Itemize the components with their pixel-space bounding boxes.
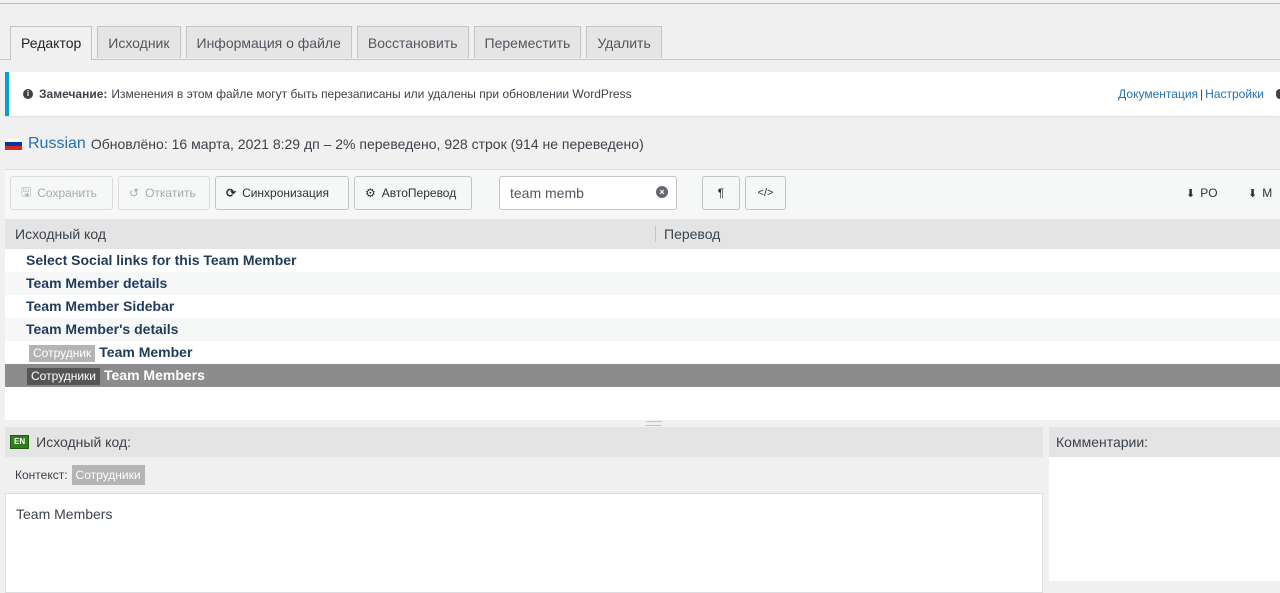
tabs-divider	[0, 59, 1280, 60]
revert-label: Откатить	[145, 186, 196, 200]
search-value: team memb	[510, 185, 584, 201]
tab-editor[interactable]: Редактор	[10, 26, 93, 60]
revert-button[interactable]: ↺ Откатить	[118, 176, 210, 210]
settings-link[interactable]: Настройки	[1205, 87, 1264, 101]
comments-pane-header: Комментарии:	[1049, 427, 1280, 457]
source-pane: EN Исходный код: Контекст: Сотрудники Te…	[5, 427, 1043, 593]
resize-handle[interactable]	[646, 421, 662, 426]
download-po-label: PO	[1200, 186, 1218, 200]
context-badge: Сотрудники	[27, 368, 100, 385]
table-row[interactable]: Team Member details	[5, 272, 1280, 295]
language-status-line: Russian Обновлёно: 16 марта, 2021 8:29 д…	[5, 135, 644, 153]
row-source-text: Team Member details	[26, 275, 168, 291]
strings-list: Select Social links for this Team Member…	[5, 249, 1280, 420]
notice-links: Документация | Настройки	[1118, 72, 1264, 116]
robot-icon: ⚙	[365, 186, 376, 200]
code-icon: </>	[757, 187, 774, 199]
download-icon: ⬇	[1186, 187, 1196, 200]
source-text-box[interactable]: Team Members	[5, 493, 1043, 593]
source-pane-title: Исходный код:	[36, 434, 132, 450]
tab-delete[interactable]: Удалить	[586, 26, 662, 58]
table-row[interactable]: Select Social links for this Team Member	[5, 249, 1280, 272]
notice-label: Замечание:	[39, 87, 108, 101]
column-source[interactable]: Исходный код	[5, 226, 655, 242]
table-row-selected[interactable]: Сотрудники Team Members	[5, 364, 1280, 387]
english-flag-icon: EN	[10, 435, 30, 449]
code-view-button[interactable]: </>	[745, 176, 786, 210]
undo-icon: ↺	[129, 186, 140, 200]
column-translation[interactable]: Перевод	[655, 226, 720, 242]
search-input[interactable]: team memb ×	[499, 176, 677, 210]
row-source-text: Select Social links for this Team Member	[26, 252, 297, 268]
tab-restore[interactable]: Восстановить	[356, 26, 469, 58]
row-source-text: Team Member	[99, 344, 193, 360]
russian-flag-icon	[5, 138, 22, 150]
save-button[interactable]: 🖫 Сохранить	[10, 176, 113, 210]
editor-toolbar: 🖫 Сохранить ↺ Откатить ⟳ Синхронизация ⚙ Авт…	[5, 169, 1280, 219]
tab-move[interactable]: Переместить	[473, 26, 582, 58]
help-icon[interactable]	[1276, 89, 1280, 99]
row-source-text: Team Member's details	[26, 321, 179, 337]
context-label: Контекст:	[15, 468, 68, 482]
table-row[interactable]: Team Member's details	[5, 318, 1280, 341]
notice-banner: i Замечание: Изменения в этом файле могу…	[5, 72, 1280, 116]
notice-text: Изменения в этом файле могут быть переза…	[111, 87, 632, 101]
row-source-text: Team Member Sidebar	[26, 298, 175, 314]
source-text: Team Members	[16, 506, 113, 522]
refresh-icon: ⟳	[226, 186, 237, 200]
download-icon: ⬇	[1248, 187, 1258, 200]
pilcrow-icon: ¶	[717, 186, 725, 200]
download-mo-label: M	[1262, 186, 1273, 200]
download-mo-button[interactable]: ⬇ M	[1248, 186, 1272, 200]
documentation-link[interactable]: Документация	[1118, 87, 1198, 101]
clear-search-icon[interactable]: ×	[656, 186, 668, 198]
auto-translate-label: АвтоПеревод	[381, 186, 457, 200]
download-po-button[interactable]: ⬇ PO	[1186, 186, 1218, 200]
context-value-badge: Сотрудники	[71, 465, 145, 485]
sync-button[interactable]: ⟳ Синхронизация	[215, 176, 349, 210]
floppy-icon: 🖫	[21, 184, 32, 199]
language-link[interactable]: Russian	[28, 135, 86, 153]
tab-source[interactable]: Исходник	[97, 26, 181, 58]
info-icon: i	[23, 89, 33, 99]
table-row[interactable]: Сотрудник Team Member	[5, 341, 1280, 364]
comments-title: Комментарии:	[1056, 434, 1149, 450]
context-line: Контекст: Сотрудники	[5, 457, 1043, 493]
comments-pane: Комментарии:	[1049, 427, 1280, 581]
top-accent-line	[0, 0, 1280, 4]
strings-table-header: Исходный код Перевод	[5, 219, 1280, 249]
tab-file-info[interactable]: Информация о файле	[185, 26, 352, 58]
source-pane-header: EN Исходный код:	[5, 427, 1043, 457]
translation-status: Обновлёно: 16 марта, 2021 8:29 дп – 2% п…	[90, 136, 644, 152]
auto-translate-button[interactable]: ⚙ АвтоПеревод	[354, 176, 472, 210]
row-source-text: Team Members	[104, 367, 205, 383]
invisibles-toggle-button[interactable]: ¶	[702, 176, 740, 210]
editor-tabs: Редактор Исходник Информация о файле Вос…	[10, 26, 662, 60]
sync-label: Синхронизация	[242, 186, 329, 200]
links-separator: |	[1200, 87, 1204, 101]
save-label: Сохранить	[37, 186, 97, 200]
table-row[interactable]: Team Member Sidebar	[5, 295, 1280, 318]
context-badge: Сотрудник	[29, 345, 96, 362]
